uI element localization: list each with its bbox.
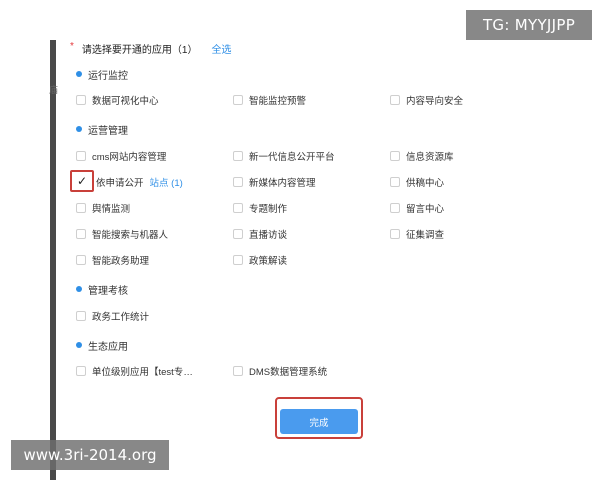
app-option-label: 数据可视化中心 (92, 96, 159, 107)
app-option-label: 智能搜索与机器人 (92, 230, 169, 241)
app-option[interactable]: 信息资源库 (390, 149, 454, 163)
watermark-tg: TG: MYYJJPP (466, 10, 592, 40)
app-option-label: 信息资源库 (406, 152, 454, 163)
checkbox[interactable] (76, 311, 86, 321)
checkbox[interactable] (76, 229, 86, 239)
app-option[interactable]: 数据可视化中心 (76, 93, 159, 107)
app-option-label: 单位级别应用【test专… (92, 367, 193, 378)
app-option[interactable]: 新一代信息公开平台 (233, 149, 335, 163)
section-bullet-icon (76, 126, 82, 132)
app-option-label: 政策解读 (249, 256, 288, 267)
app-option-label: 新媒体内容管理 (249, 178, 316, 189)
checkbox[interactable] (233, 255, 243, 265)
header-title: 请选择要开通的应用（1） (81, 44, 198, 56)
checkbox[interactable] (390, 203, 400, 213)
app-option[interactable]: 新媒体内容管理 (233, 175, 316, 189)
app-option-label: 新一代信息公开平台 (249, 152, 335, 163)
app-option[interactable]: 征集调查 (390, 227, 444, 241)
checkbox[interactable] (76, 255, 86, 265)
checkbox[interactable] (233, 229, 243, 239)
checkbox[interactable] (233, 366, 243, 376)
app-option-label: 直播访谈 (249, 230, 288, 241)
required-mark: * (70, 40, 74, 52)
app-option[interactable]: cms网站内容管理 (76, 149, 166, 163)
checkbox[interactable] (390, 177, 400, 187)
section-title: 运营管理 (88, 125, 128, 137)
checkbox[interactable] (390, 229, 400, 239)
app-option-label: 内容导向安全 (406, 96, 464, 107)
checked-checkbox-highlight[interactable]: ✓ (70, 170, 94, 192)
section-manage-assess: 管理考核 (76, 282, 128, 297)
app-option-label: 舆情监测 (92, 204, 131, 215)
app-option-label: 政务工作统计 (92, 312, 150, 323)
app-option[interactable]: 专题制作 (233, 201, 287, 215)
checkbox[interactable] (76, 95, 86, 105)
section-ops-monitor: 运行监控 (76, 67, 128, 82)
app-option[interactable]: 直播访谈 (233, 227, 287, 241)
section-eco-apps: 生态应用 (76, 338, 128, 353)
app-option-label: 依申请公开 (96, 178, 144, 189)
checkbox[interactable] (233, 203, 243, 213)
section-ops-manage: 运营管理 (76, 122, 128, 137)
app-option[interactable]: 智能搜索与机器人 (76, 227, 168, 241)
app-option-checked[interactable]: 依申请公开 站点 (1) (96, 175, 183, 189)
section-title: 管理考核 (88, 285, 128, 297)
checkbox[interactable] (76, 151, 86, 161)
checkbox[interactable] (233, 177, 243, 187)
section-title: 运行监控 (88, 70, 128, 82)
done-button[interactable]: 完成 (280, 409, 358, 434)
left-panel-edge (50, 40, 56, 480)
checkbox[interactable] (233, 151, 243, 161)
app-option-label: 供稿中心 (406, 178, 445, 189)
app-option[interactable]: 内容导向安全 (390, 93, 463, 107)
select-all-link[interactable]: 全选 (211, 41, 231, 56)
clipped-edge-text: 庙 (49, 85, 59, 95)
site-count-link[interactable]: 站点 (1) (150, 175, 183, 189)
app-option[interactable]: DMS数据管理系统 (233, 364, 327, 378)
app-option-label: DMS数据管理系统 (249, 367, 328, 378)
app-option-label: cms网站内容管理 (92, 152, 167, 163)
checkbox[interactable] (233, 95, 243, 105)
app-option[interactable]: 单位级别应用【test专… (76, 364, 193, 378)
app-option-label: 智能政务助理 (92, 256, 150, 267)
app-option-label: 智能监控预警 (249, 96, 307, 107)
watermark-url: www.3ri-2014.org (11, 440, 169, 470)
section-title: 生态应用 (88, 341, 128, 353)
app-option[interactable]: 政务工作统计 (76, 309, 149, 323)
section-bullet-icon (76, 286, 82, 292)
app-option[interactable]: 供稿中心 (390, 175, 444, 189)
app-option-label: 留言中心 (406, 204, 445, 215)
section-bullet-icon (76, 342, 82, 348)
app-option[interactable]: 舆情监测 (76, 201, 130, 215)
app-selection-header: * 请选择要开通的应用（1） 全选 (70, 40, 231, 56)
app-option[interactable]: 智能监控预警 (233, 93, 306, 107)
checkmark-icon: ✓ (76, 174, 88, 188)
section-bullet-icon (76, 71, 82, 77)
app-option-label: 专题制作 (249, 204, 288, 215)
app-option[interactable]: 智能政务助理 (76, 253, 149, 267)
checkbox[interactable] (76, 203, 86, 213)
checkbox[interactable] (76, 366, 86, 376)
checkbox[interactable] (390, 95, 400, 105)
app-option[interactable]: 政策解读 (233, 253, 287, 267)
app-option[interactable]: 留言中心 (390, 201, 444, 215)
checkbox[interactable] (390, 151, 400, 161)
app-option-label: 征集调查 (406, 230, 445, 241)
